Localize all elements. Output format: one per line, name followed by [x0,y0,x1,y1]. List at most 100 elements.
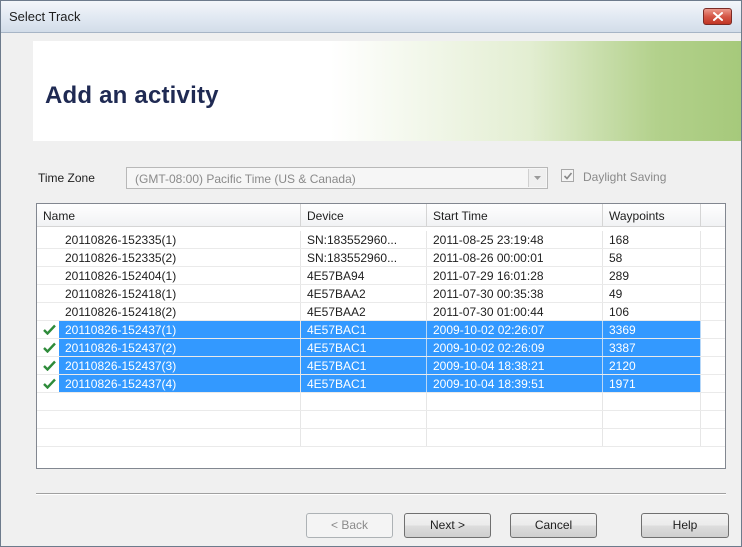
cell-name [37,429,301,446]
cell-device: 4E57BAC1 [301,357,427,374]
cell-device: 4E57BAC1 [301,321,427,338]
cell-name-text: 20110826-152437(4) [65,377,177,391]
cell-waypoints: 168 [603,231,701,248]
column-header-device[interactable]: Device [301,204,427,226]
table-row[interactable]: 20110826-152437(1) 4E57BAC1 2009-10-02 02:… [37,321,725,339]
track-list-header: Name Device Start Time Waypoints [37,204,725,227]
cell-name-text: 20110826-152335(1) [65,233,177,247]
cell-name: 20110826-152335(2) [37,249,301,266]
cell-waypoints-text: 2120 [609,359,636,373]
cell-waypoints [603,411,701,428]
cell-filler [701,249,725,266]
close-button[interactable] [703,8,732,25]
title-bar[interactable]: Select Track [1,1,741,33]
table-row[interactable]: 20110826-152437(3) 4E57BAC1 2009-10-04 18:… [37,357,725,375]
cell-waypoints: 3369 [603,321,701,338]
cell-name: 20110826-152437(1) [37,321,301,338]
cell-device [301,393,427,410]
table-row[interactable]: 20110826-152437(2) 4E57BAC1 2009-10-02 02:… [37,339,725,357]
cell-name: 20110826-152335(1) [37,231,301,248]
cell-name-text: 20110826-152335(2) [65,251,177,265]
cell-name-text: 20110826-152404(1) [65,269,177,283]
cell-start-text: 2009-10-04 18:39:51 [433,377,545,391]
table-row[interactable]: 20110826-152404(1) 4E57BA94 2011-07-29 16:… [37,267,725,285]
cell-device-text: 4E57BAC1 [307,341,367,355]
cell-waypoints-text: 289 [609,269,630,283]
column-header-filler [701,204,725,226]
cell-start-text: 2011-08-25 23:19:48 [433,233,544,247]
cell-waypoints: 289 [603,267,701,284]
cell-device: 4E57BAA2 [301,285,427,302]
cell-filler [701,375,725,392]
cell-waypoints: 1971 [603,375,701,392]
help-button[interactable]: Help [641,513,729,538]
cell-filler [701,357,725,374]
cell-device-text: 4E57BAA2 [307,305,366,319]
cell-waypoints: 58 [603,249,701,266]
cell-name-text: 20110826-152437(2) [65,341,177,355]
cell-waypoints-text: 49 [609,287,623,301]
cell-filler [701,411,725,428]
cell-start: 2011-07-30 01:00:44 [427,303,603,320]
cell-name: 20110826-152418(2) [37,303,301,320]
cell-start [427,393,603,410]
track-list[interactable]: Name Device Start Time Waypoints 2011082… [36,203,726,469]
cell-device: 4E57BAA2 [301,303,427,320]
cell-filler [701,267,725,284]
cell-device-text: 4E57BAC1 [307,359,367,373]
cell-filler [701,231,725,248]
cell-start: 2011-08-25 23:19:48 [427,231,603,248]
column-header-waypoints[interactable]: Waypoints [603,204,701,226]
table-row[interactable]: 20110826-152335(1) SN:183552960... 2011-08… [37,231,725,249]
column-header-name[interactable]: Name [37,204,301,226]
cell-start: 2011-07-30 00:35:38 [427,285,603,302]
cell-name-text: 20110826-152437(3) [65,359,177,373]
cell-filler [701,303,725,320]
checkmark-icon[interactable] [43,324,56,335]
cell-filler [701,321,725,338]
cell-name-text: 20110826-152418(2) [65,305,177,319]
cell-device: SN:183552960... [301,249,427,266]
cell-waypoints-text: 3369 [609,323,636,337]
table-row[interactable]: 20110826-152418(2) 4E57BAA2 2011-07-30 01:… [37,303,725,321]
cell-name-text: 20110826-152418(1) [65,287,177,301]
table-row-empty [37,429,725,447]
table-row[interactable]: 20110826-152335(2) SN:183552960... 2011-08… [37,249,725,267]
cell-waypoints [603,429,701,446]
cell-start-text: 2011-08-26 00:00:01 [433,251,544,265]
cell-start-text: 2011-07-30 01:00:44 [433,305,544,319]
cell-start-text: 2011-07-29 16:01:28 [433,269,544,283]
footer-separator [36,493,726,495]
table-row[interactable]: 20110826-152437(4) 4E57BAC1 2009-10-04 18:… [37,375,725,393]
cell-name: 20110826-152437(3) [37,357,301,374]
daylight-saving-checkbox[interactable] [561,169,574,182]
cell-waypoints-text: 1971 [609,377,636,391]
next-button[interactable]: Next > [404,513,491,538]
cell-device [301,411,427,428]
cell-start-text: 2009-10-04 18:38:21 [433,359,545,373]
cell-waypoints-text: 168 [609,233,630,247]
cell-waypoints-text: 3387 [609,341,636,355]
table-row-empty [37,393,725,411]
page-title: Add an activity [45,82,219,109]
timezone-dropdown-button[interactable] [528,169,546,187]
column-header-start-time[interactable]: Start Time [427,204,603,226]
cell-start: 2009-10-04 18:39:51 [427,375,603,392]
back-button[interactable]: < Back [306,513,393,538]
cell-waypoints: 49 [603,285,701,302]
table-row-empty [37,411,725,429]
checkmark-icon[interactable] [43,378,56,389]
cell-start [427,429,603,446]
checkmark-icon[interactable] [43,342,56,353]
cell-start [427,411,603,428]
cell-start-text: 2009-10-02 02:26:07 [433,323,545,337]
daylight-saving-label: Daylight Saving [583,170,667,184]
timezone-select[interactable]: (GMT-08:00) Pacific Time (US & Canada) [126,167,548,189]
cell-waypoints: 3387 [603,339,701,356]
cell-device-text: SN:183552960... [307,251,398,265]
cell-name: 20110826-152437(2) [37,339,301,356]
cell-device: 4E57BA94 [301,267,427,284]
checkmark-icon[interactable] [43,360,56,371]
cancel-button[interactable]: Cancel [510,513,597,538]
table-row[interactable]: 20110826-152418(1) 4E57BAA2 2011-07-30 00:… [37,285,725,303]
